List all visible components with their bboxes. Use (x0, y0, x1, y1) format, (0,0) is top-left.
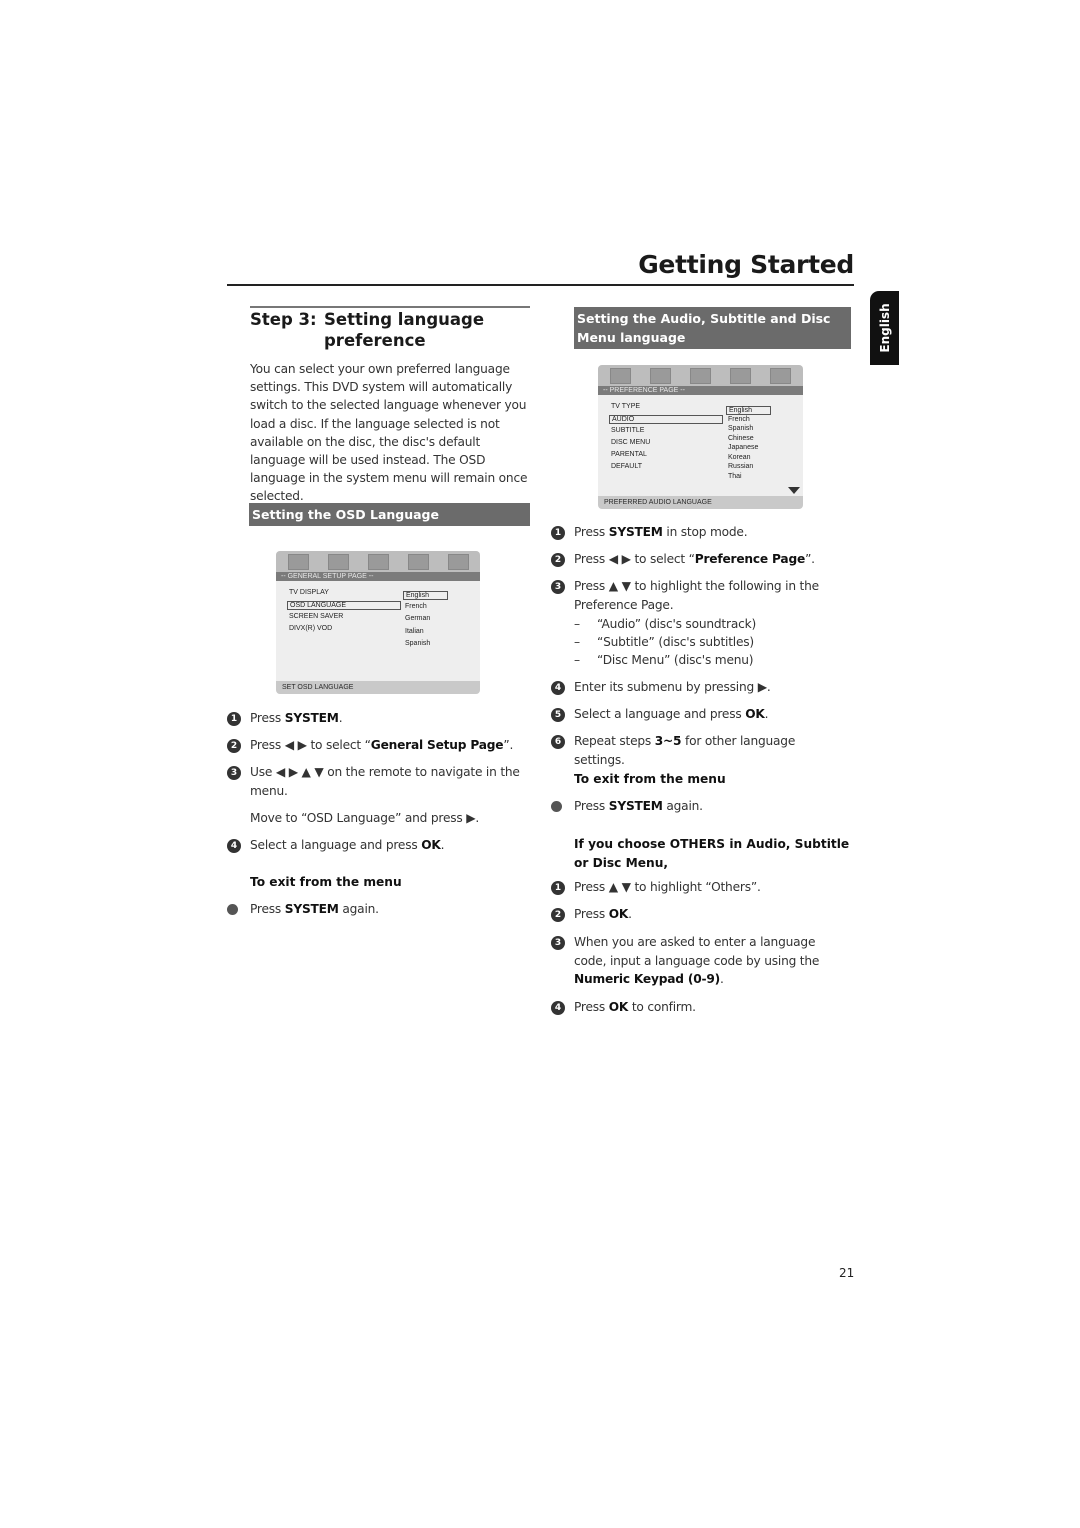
step-number-icon: 2 (227, 739, 241, 753)
osd-footer: PREFERRED AUDIO LANGUAGE (598, 496, 803, 509)
osd-menu-item: DISC MENU (611, 439, 651, 446)
audio-icon (650, 368, 671, 384)
osd-exit-step: Press SYSTEM again. (250, 902, 379, 916)
instruction-step: Press SYSTEM again. (574, 799, 703, 813)
osd-page-title: -- PREFERENCE PAGE -- (598, 386, 803, 395)
bullet-icon (227, 904, 238, 915)
osd-language-option: English (726, 406, 771, 415)
dash-bullet: – (574, 653, 580, 667)
instruction-step: Move to “OSD Language” and press ▶. (250, 811, 480, 825)
instruction-step: Enter its submenu by pressing ▶. (574, 680, 771, 694)
step-number-icon: 3 (227, 766, 241, 780)
osd-menu-item: DIVX(R) VOD (289, 625, 333, 632)
instruction-step: Press ▲ ▼ to highlight “Others”. (574, 880, 761, 894)
step-number-icon: 5 (551, 708, 565, 722)
instruction-step: Press SYSTEM. (250, 711, 343, 725)
preference-icon (408, 554, 429, 570)
header-divider (227, 284, 854, 286)
video-icon (690, 368, 711, 384)
osd-language-option: Japanese (728, 444, 759, 451)
sub-item: “Disc Menu” (disc's menu) (597, 653, 754, 667)
bullet-icon (551, 801, 562, 812)
osd-language-option: Korean (728, 453, 751, 461)
step-number-icon: 1 (551, 881, 565, 895)
scroll-down-icon (788, 487, 800, 494)
osd-menu-item: SUBTITLE (611, 427, 645, 434)
step-number-icon: 4 (227, 839, 241, 853)
instruction-step: Press SYSTEM in stop mode. (574, 525, 748, 539)
dash-bullet: – (574, 635, 580, 649)
step-number-icon: 6 (551, 735, 565, 749)
side-tab-label: English (877, 303, 892, 353)
osd-language-option: Chinese (728, 434, 754, 442)
audio-section-heading: Setting the Audio, Subtitle and Disc Men… (574, 307, 851, 349)
audio-exit-heading: To exit from the menu (574, 772, 726, 786)
password-icon (770, 368, 791, 384)
osd-language-option: English (403, 591, 448, 600)
page-number: 21 (839, 1266, 855, 1280)
instruction-step: Press OK. (574, 907, 632, 921)
osd-language-option: Thai (728, 472, 742, 480)
osd-language-option: German (405, 615, 431, 623)
instruction-step: Select a language and press OK. (250, 838, 445, 852)
instruction-step: Repeat steps 3~5 for other language sett… (574, 734, 796, 767)
osd-menu-item: SCREEN SAVER (289, 613, 344, 620)
step-number-icon: 2 (551, 553, 565, 567)
osd-page-title: -- GENERAL SETUP PAGE -- (276, 572, 480, 581)
language-side-tab: English (870, 291, 899, 365)
osd-language-option: Spanish (728, 425, 754, 432)
audio-icon (328, 554, 349, 570)
instruction-step: Press OK to confirm. (574, 1000, 696, 1014)
instruction-step: Select a language and press OK. (574, 707, 769, 721)
osd-language-option: Italian (405, 627, 424, 635)
preference-screen: -- PREFERENCE PAGE -- PREFERRED AUDIO LA… (598, 365, 803, 509)
sub-item: “Subtitle” (disc's subtitles) (597, 635, 754, 649)
osd-menu-item: DEFAULT (611, 463, 642, 470)
setup-icon (288, 554, 309, 570)
step-number-icon: 1 (227, 712, 241, 726)
step-number-icon: 3 (551, 936, 565, 950)
instruction-step: Press ▲ ▼ to highlight the following in … (574, 579, 819, 612)
step-number-icon: 3 (551, 580, 565, 594)
step-number-icon: 2 (551, 908, 565, 922)
video-icon (368, 554, 389, 570)
page-title: Getting Started (638, 250, 854, 279)
osd-section-heading: Setting the OSD Language (249, 503, 530, 526)
general-setup-screen: -- GENERAL SETUP PAGE -- SET OSD LANGUAG… (276, 551, 480, 694)
step-divider (250, 306, 530, 308)
intro-paragraph: You can select your own preferred langua… (250, 362, 528, 504)
step-label: Step 3: (250, 310, 317, 329)
osd-menu-item: AUDIO (609, 415, 723, 424)
step-number-icon: 4 (551, 681, 565, 695)
instruction-step: When you are asked to enter a language c… (574, 935, 820, 986)
instruction-step: Use ◀ ▶ ▲ ▼ on the remote to navigate in… (250, 765, 520, 798)
others-heading: If you choose OTHERS in Audio, Subtitle … (574, 837, 850, 870)
instruction-step: Press ◀ ▶ to select “General Setup Page”… (250, 738, 514, 752)
step-heading: Step 3: Setting language preference (250, 309, 524, 351)
osd-menu-item: OSD LANGUAGE (287, 601, 401, 610)
sub-item: “Audio” (disc's soundtrack) (597, 617, 756, 631)
osd-language-option: Spanish (405, 639, 431, 647)
preference-icon (730, 368, 751, 384)
step-title: Setting language preference (324, 310, 485, 350)
osd-language-option: French (405, 603, 427, 611)
step-number-icon: 4 (551, 1001, 565, 1015)
step-number-icon: 1 (551, 526, 565, 540)
osd-menu-item: PARENTAL (611, 451, 647, 458)
osd-menu-item: TV TYPE (611, 403, 641, 410)
setup-icon (610, 368, 631, 384)
osd-menu-item: TV DISPLAY (289, 589, 329, 596)
osd-exit-heading: To exit from the menu (250, 875, 402, 889)
osd-footer: SET OSD LANGUAGE (276, 681, 480, 694)
osd-language-option: French (728, 415, 750, 423)
instruction-step: Press ◀ ▶ to select “Preference Page”. (574, 552, 815, 566)
password-icon (448, 554, 469, 570)
dash-bullet: – (574, 617, 580, 631)
osd-language-option: Russian (728, 463, 754, 470)
